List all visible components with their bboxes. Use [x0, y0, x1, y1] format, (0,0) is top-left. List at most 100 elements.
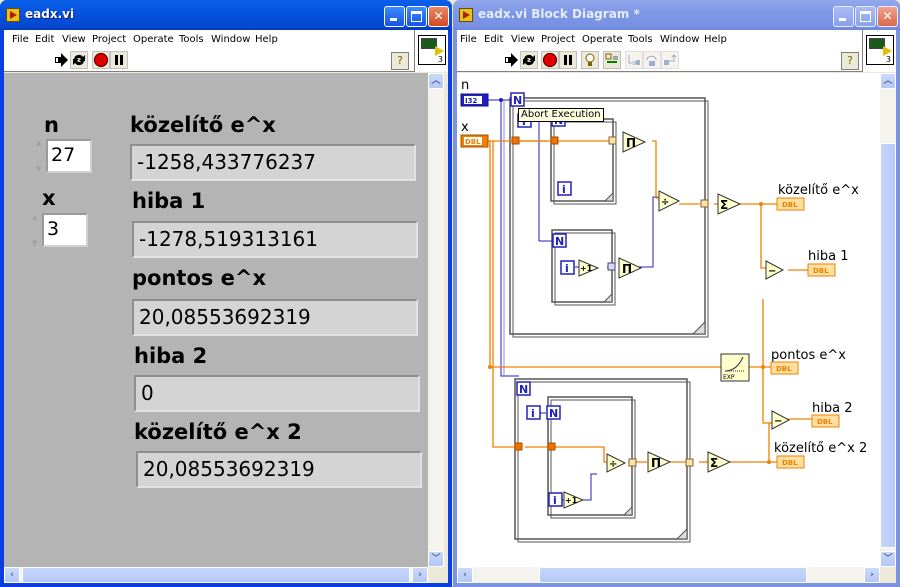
menu-file[interactable]: File — [460, 34, 477, 45]
scroll-thumb[interactable] — [22, 567, 410, 583]
terminal-label-n: n — [461, 78, 469, 93]
maximize-button[interactable] — [855, 6, 876, 27]
subtract-node[interactable]: − — [765, 260, 785, 280]
abort-button[interactable] — [92, 51, 110, 69]
menu-view[interactable]: View — [511, 34, 535, 45]
run-button[interactable] — [52, 51, 70, 69]
n-stepper[interactable]: ▲ ▼ — [36, 139, 45, 173]
kozelito2-indicator-terminal[interactable]: DBL — [776, 455, 805, 469]
menu-project[interactable]: Project — [541, 34, 575, 45]
hiba2-indicator-terminal[interactable]: DBL — [811, 414, 840, 428]
x-numeric-control[interactable]: 3 — [42, 213, 88, 247]
scroll-thumb[interactable] — [539, 567, 807, 583]
maximize-icon — [860, 11, 871, 22]
svg-text:DBL: DBL — [813, 267, 829, 275]
step-into-button[interactable] — [625, 51, 643, 69]
resize-grip[interactable] — [880, 567, 896, 583]
context-help-button[interactable]: ? — [391, 52, 409, 70]
loop-count-terminal[interactable]: N — [510, 92, 525, 107]
maximize-button[interactable] — [406, 6, 427, 27]
menu-edit[interactable]: Edit — [484, 34, 503, 45]
scroll-left-icon[interactable]: ‹ — [457, 567, 473, 583]
scroll-up-icon[interactable]: ︿ — [428, 73, 444, 89]
pontos-indicator-terminal[interactable]: DBL — [770, 361, 799, 375]
menu-tools[interactable]: Tools — [179, 34, 204, 45]
loop-index-terminal[interactable]: i — [557, 181, 572, 196]
horizontal-scrollbar[interactable]: ‹ › — [457, 567, 880, 583]
subtract-node[interactable]: − — [771, 410, 791, 430]
run-button[interactable] — [502, 51, 520, 69]
menu-file[interactable]: File — [12, 34, 29, 45]
loop-index-terminal[interactable]: i — [526, 405, 541, 420]
n-numeric-control[interactable]: 27 — [46, 139, 92, 173]
menu-project[interactable]: Project — [92, 34, 126, 45]
step-over-button[interactable] — [643, 51, 661, 69]
context-help-button[interactable]: ? — [841, 52, 859, 70]
scroll-right-icon[interactable]: › — [864, 567, 880, 583]
pause-button[interactable] — [559, 51, 577, 69]
vi-icon[interactable]: 3 — [866, 35, 894, 65]
vertical-scrollbar[interactable]: ︿ ﹀ — [880, 73, 896, 567]
loop-count-terminal[interactable]: N — [516, 381, 531, 396]
close-icon: ✕ — [882, 9, 893, 23]
menu-window[interactable]: Window — [211, 34, 250, 45]
sum-node[interactable]: Σ — [707, 451, 732, 473]
horizontal-scrollbar[interactable]: ‹ › — [4, 567, 428, 583]
increment-arrow-icon[interactable]: ▲ — [32, 213, 41, 221]
menu-edit[interactable]: Edit — [35, 34, 54, 45]
menu-operate[interactable]: Operate — [582, 34, 623, 45]
n-control-terminal[interactable]: I32 — [460, 93, 489, 107]
resize-grip[interactable] — [432, 567, 448, 583]
run-continuously-button[interactable] — [520, 51, 538, 69]
scroll-up-icon[interactable]: ︿ — [880, 73, 896, 89]
retain-wire-values-button[interactable] — [603, 51, 621, 69]
step-out-button[interactable] — [661, 51, 679, 69]
exponential-node[interactable]: EXP — [720, 353, 750, 382]
x-control-terminal[interactable]: DBL — [460, 134, 489, 148]
menu-help[interactable]: Help — [255, 34, 278, 45]
menu-help[interactable]: Help — [704, 34, 727, 45]
decrement-arrow-icon[interactable]: ▼ — [36, 165, 45, 173]
menu-bar: File Edit View Project Operate Tools Win… — [457, 30, 896, 50]
close-button[interactable]: ✕ — [428, 6, 449, 27]
scroll-thumb[interactable] — [880, 143, 896, 548]
close-button[interactable]: ✕ — [877, 6, 898, 27]
svg-text:N: N — [555, 235, 564, 248]
decrement-arrow-icon[interactable]: ▼ — [32, 239, 41, 247]
abort-button[interactable] — [541, 51, 559, 69]
run-continuously-button[interactable] — [70, 51, 88, 69]
menu-operate[interactable]: Operate — [133, 34, 174, 45]
title-bar[interactable]: eadx.vi ✕ — [0, 0, 452, 30]
pause-button[interactable] — [110, 51, 128, 69]
menu-view[interactable]: View — [62, 34, 86, 45]
scroll-down-icon[interactable]: ﹀ — [428, 551, 444, 567]
scroll-down-icon[interactable]: ﹀ — [880, 551, 896, 567]
scroll-right-icon[interactable]: › — [412, 567, 428, 583]
pontos-indicator: 20,08553692319 — [132, 299, 418, 336]
vi-icon[interactable]: 3 — [418, 35, 446, 65]
loop-index-terminal[interactable]: i — [548, 492, 563, 507]
minimize-button[interactable] — [384, 6, 405, 27]
minimize-button[interactable] — [833, 6, 854, 27]
menu-tools[interactable]: Tools — [628, 34, 653, 45]
title-bar[interactable]: eadx.vi Block Diagram * ✕ — [453, 0, 900, 30]
kozelito-indicator-terminal[interactable]: DBL — [776, 197, 805, 211]
wire-junction — [767, 460, 771, 464]
increment-arrow-icon[interactable]: ▲ — [36, 139, 45, 147]
loop-count-terminal[interactable]: N — [552, 233, 567, 248]
scroll-left-icon[interactable]: ‹ — [4, 567, 20, 583]
highlight-execution-button[interactable] — [581, 51, 599, 69]
svg-text:i: i — [562, 183, 566, 196]
vertical-scrollbar[interactable]: ︿ ﹀ — [428, 73, 444, 567]
loop-count-terminal[interactable]: N — [546, 405, 561, 420]
svg-text:DBL: DBL — [782, 201, 798, 209]
run-icon — [55, 53, 68, 67]
hiba1-indicator-terminal[interactable]: DBL — [807, 263, 836, 277]
menu-window[interactable]: Window — [660, 34, 699, 45]
window-title: eadx.vi — [25, 7, 75, 21]
svg-text:N: N — [513, 94, 522, 107]
svg-text:÷: ÷ — [661, 197, 669, 208]
sum-node[interactable]: Σ — [717, 193, 742, 215]
loop-index-terminal[interactable]: i — [560, 260, 575, 275]
x-stepper[interactable]: ▲ ▼ — [32, 213, 41, 247]
